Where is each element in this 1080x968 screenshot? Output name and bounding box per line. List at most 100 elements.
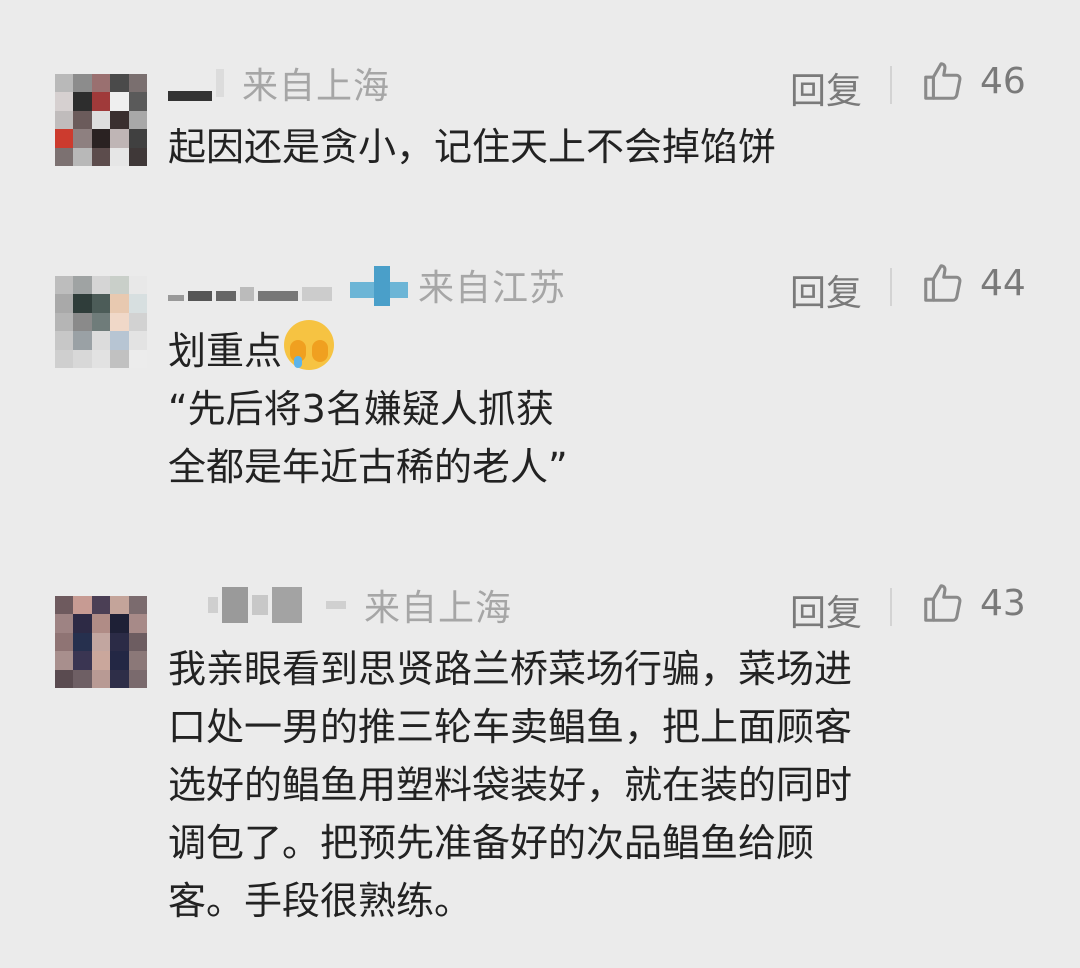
avatar-pixel [128, 312, 147, 332]
avatar-pixel [110, 110, 129, 130]
thumbs-up-icon [924, 264, 962, 302]
avatar-pixel [73, 331, 92, 350]
avatar-pixel [128, 596, 147, 615]
avatar-pixel [110, 651, 129, 670]
username-mosaic[interactable] [168, 585, 350, 625]
comment-line: 全都是年近古稀的老人” [168, 445, 568, 489]
avatar-pixel [91, 276, 111, 295]
like-button[interactable]: 46 [920, 58, 1026, 104]
avatar-pixel [91, 92, 111, 111]
comment-meta: 来自上海 [168, 580, 512, 630]
comment-line: 划重点 [168, 320, 1028, 380]
avatar-pixel [55, 669, 74, 688]
avatar-pixel [91, 110, 111, 130]
comment-line: 客。手段很熟练。 [168, 879, 473, 923]
avatar-pixel [73, 614, 92, 633]
comment-meta: 来自上海 [168, 58, 390, 108]
avatar-pixel [128, 331, 147, 350]
username-mosaic[interactable] [168, 63, 228, 103]
avatar-pixel [128, 110, 147, 130]
avatar-pixel [91, 312, 111, 332]
comment-line: “先后将3名嫌疑人抓获 [168, 387, 554, 431]
avatar-pixel [91, 74, 111, 93]
like-button[interactable]: 44 [920, 260, 1026, 306]
comment-line: 起因还是贪小，记住天上不会掉馅饼 [168, 125, 777, 169]
comment-line: 我亲眼看到思贤路兰桥菜场行骗，菜场进 [168, 647, 853, 691]
avatar-pixel [55, 331, 74, 350]
avatar-pixel [55, 614, 74, 633]
avatar-pixel [55, 74, 74, 93]
avatar-pixel [128, 92, 147, 111]
avatar-pixel [128, 632, 147, 652]
avatar[interactable] [55, 596, 147, 688]
avatar-pixel [73, 74, 92, 93]
comment-text: 我亲眼看到思贤路兰桥菜场行骗，菜场进 口处一男的推三轮车卖鲳鱼，把上面顾客 选好… [168, 640, 1028, 930]
divider [890, 268, 892, 306]
avatar-pixel [73, 276, 92, 295]
location-label: 来自江苏 [418, 268, 567, 309]
thumbs-up-icon [924, 584, 962, 622]
avatar[interactable] [55, 74, 147, 166]
avatar-pixel [55, 596, 74, 615]
avatar-pixel [128, 74, 147, 93]
reply-button[interactable]: 回复 [790, 62, 862, 114]
avatar-pixel [55, 651, 74, 670]
avatar-pixel [73, 632, 92, 652]
avatar-pixel [110, 74, 129, 93]
avatar-pixel [110, 596, 129, 615]
avatar-pixel [91, 669, 111, 688]
avatar-pixel [110, 276, 129, 295]
avatar-pixel [91, 129, 111, 148]
avatar-pixel [55, 92, 74, 111]
avatar[interactable] [55, 276, 147, 368]
avatar-pixel [91, 596, 111, 615]
comment-line-text: 划重点 [168, 329, 283, 373]
avatar-pixel [110, 614, 129, 633]
avatar-pixel [91, 147, 111, 166]
avatar-pixel [110, 331, 129, 350]
avatar-pixel [55, 349, 74, 368]
avatar-pixel [55, 294, 74, 313]
avatar-pixel [73, 92, 92, 111]
comment-text: 起因还是贪小，记住天上不会掉馅饼 [168, 118, 1028, 176]
avatar-pixel [128, 614, 147, 633]
avatar-pixel [73, 129, 92, 148]
avatar-pixel [91, 614, 111, 633]
avatar-pixel [128, 294, 147, 313]
avatar-pixel [73, 294, 92, 313]
comment-text: 划重点 “先后将3名嫌疑人抓获 全都是年近古稀的老人” [168, 320, 1028, 496]
avatar-pixel [73, 312, 92, 332]
like-button[interactable]: 43 [920, 580, 1026, 626]
divider [890, 588, 892, 626]
avatar-pixel [55, 110, 74, 130]
comment-line: 口处一男的推三轮车卖鲳鱼，把上面顾客 [168, 705, 853, 749]
like-count: 43 [980, 582, 1026, 624]
divider [890, 66, 892, 104]
comment-line: 调包了。把预先准备好的次品鲳鱼给顾 [168, 821, 815, 865]
avatar-pixel [110, 312, 129, 332]
comment-meta: 来自江苏 [168, 260, 566, 310]
avatar-pixel [128, 669, 147, 688]
avatar-pixel [73, 596, 92, 615]
avatar-pixel [55, 276, 74, 295]
avatar-pixel [73, 651, 92, 670]
avatar-pixel [110, 147, 129, 166]
avatar-pixel [128, 349, 147, 368]
like-count: 44 [980, 262, 1026, 304]
avatar-pixel [110, 92, 129, 111]
avatar-pixel [128, 276, 147, 295]
username-mosaic[interactable] [168, 265, 336, 305]
avatar-pixel [55, 147, 74, 166]
reply-button[interactable]: 回复 [790, 264, 862, 316]
avatar-pixel [91, 331, 111, 350]
avatar-pixel [110, 349, 129, 368]
avatar-pixel [128, 147, 147, 166]
thumbs-up-icon [924, 62, 962, 100]
reply-button[interactable]: 回复 [790, 584, 862, 636]
avatar-pixel [55, 129, 74, 148]
facepalm-crying-emoji-icon [284, 320, 335, 370]
location-label: 来自上海 [242, 66, 391, 107]
avatar-pixel [128, 651, 147, 670]
avatar-pixel [73, 669, 92, 688]
location-label: 来自上海 [364, 588, 513, 629]
